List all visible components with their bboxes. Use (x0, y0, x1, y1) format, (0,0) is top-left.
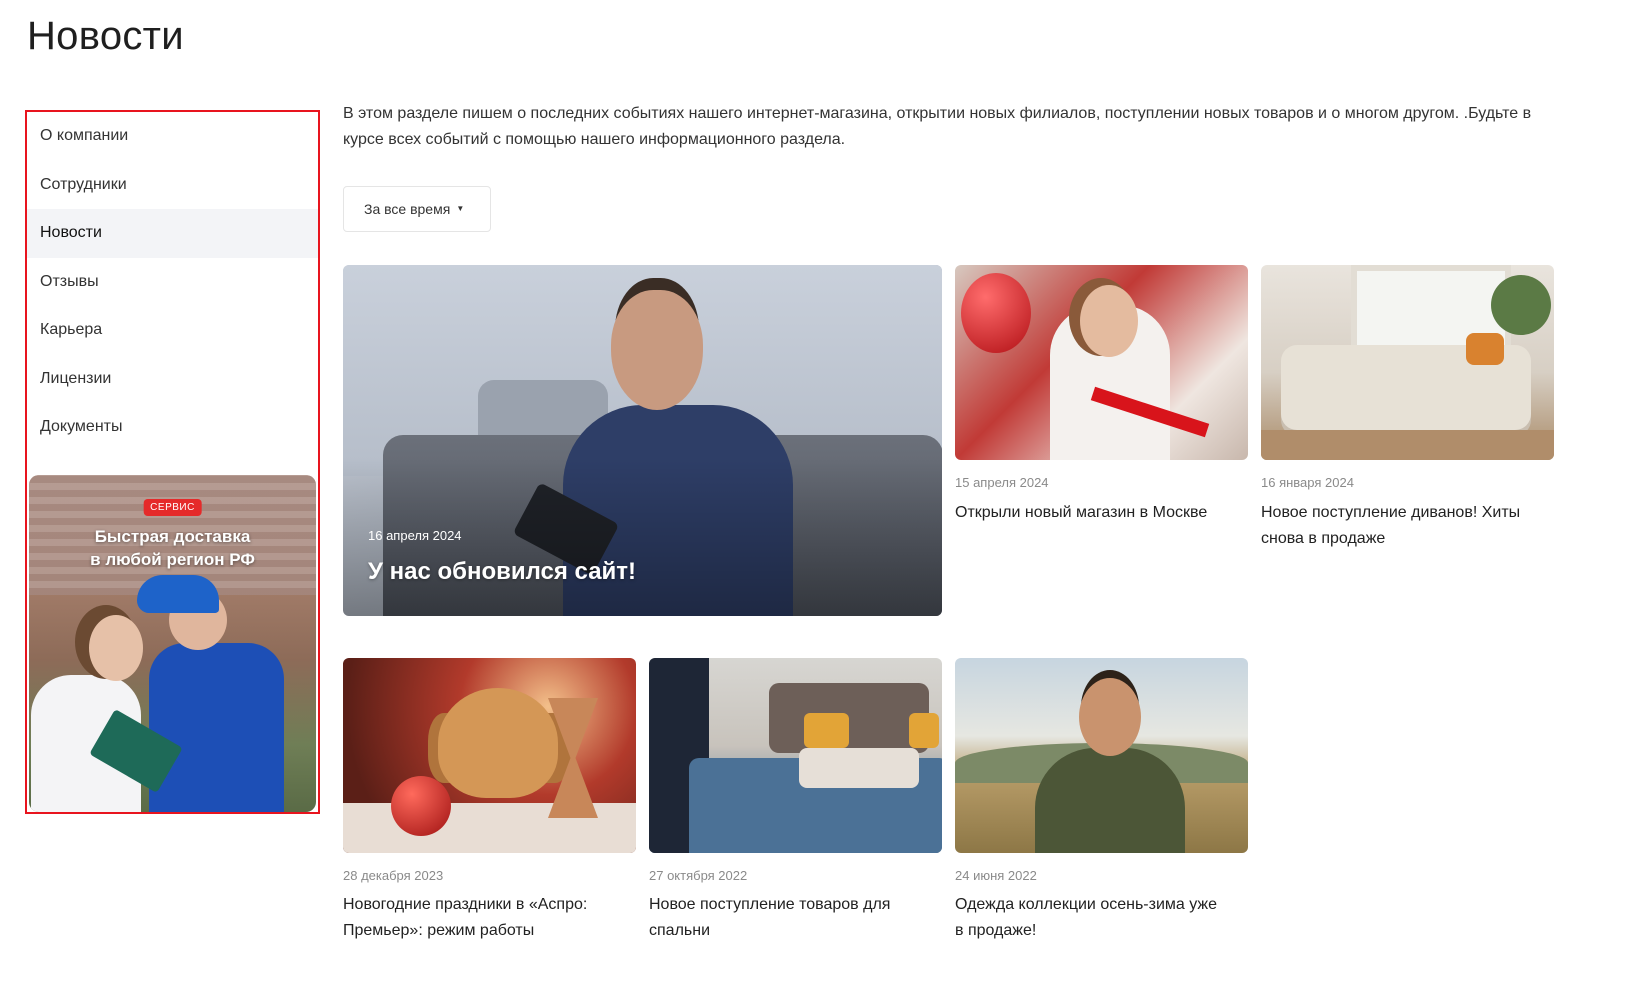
promo-title-line-1: Быстрая доставка (94, 527, 251, 546)
sidebar-item-staff[interactable]: Сотрудники (27, 161, 318, 210)
man-head (1079, 678, 1141, 756)
news-title[interactable]: Открыли новый магазин в Москве (955, 500, 1245, 526)
promo-woman-head (89, 615, 143, 681)
rug-shape (1261, 430, 1554, 460)
news-date: 15 апреля 2024 (955, 475, 1049, 490)
page-title: Новости (27, 14, 184, 58)
sidebar-menu: О компании Сотрудники Новости Отзывы Кар… (27, 112, 318, 452)
news-date: 28 декабря 2023 (343, 868, 444, 883)
headboard-shape (769, 683, 929, 753)
news-date: 16 января 2024 (1261, 475, 1354, 490)
man-jacket (1035, 748, 1185, 853)
promo-title: Быстрая доставка в любой регион РФ (29, 525, 316, 571)
period-filter-label: За все время (364, 201, 451, 217)
caret-down-icon: ▼ (456, 203, 465, 213)
promo-badge: СЕРВИС (143, 499, 202, 516)
sheet-shape (799, 748, 919, 788)
yellow-pillow (804, 713, 849, 748)
promo-courier-cap (137, 575, 219, 613)
period-filter-dropdown[interactable]: За все время ▼ (343, 186, 491, 232)
news-date: 24 июня 2022 (955, 868, 1037, 883)
christmas-ornament (391, 776, 451, 836)
news-title[interactable]: Новое поступление товаров для спальни (649, 892, 939, 944)
plant-shape (1491, 275, 1551, 335)
featured-news-title[interactable]: У нас обновился сайт! (368, 558, 636, 586)
featured-news-card[interactable]: 16 апреля 2024 У нас обновился сайт! (343, 265, 942, 616)
news-photo-bedroom[interactable] (649, 658, 942, 853)
news-title[interactable]: Новое поступление диванов! Хиты снова в … (1261, 500, 1551, 552)
news-title[interactable]: Одежда коллекции осень-зима уже в продаж… (955, 892, 1225, 944)
sidebar-item-reviews[interactable]: Отзывы (27, 258, 318, 307)
news-photo-holidays[interactable] (343, 658, 636, 853)
news-photo-sofas[interactable] (1261, 265, 1554, 460)
yellow-pillow (909, 713, 939, 748)
sidebar-item-documents[interactable]: Документы (27, 403, 318, 452)
sidebar-item-news[interactable]: Новости (27, 209, 318, 258)
section-intro: В этом разделе пишем о последних события… (343, 105, 1532, 148)
news-photo-autumn-collection[interactable] (955, 658, 1248, 853)
sidebar-item-about[interactable]: О компании (27, 112, 318, 161)
news-photo-store-opening[interactable] (955, 265, 1248, 460)
news-date: 27 октября 2022 (649, 868, 748, 883)
woman-face (1080, 285, 1138, 357)
featured-person-head (611, 290, 703, 410)
promo-title-line-2: в любой регион РФ (90, 550, 255, 569)
puppy-shape (438, 688, 558, 798)
promo-courier-figure (149, 643, 284, 812)
page: Новости О компании Сотрудники Новости От… (0, 0, 1652, 1006)
balloon-shape (961, 273, 1031, 353)
news-title[interactable]: Новогодние праздники в «Аспро: Премьер»:… (343, 892, 633, 944)
orange-pillow (1466, 333, 1504, 365)
featured-news-date: 16 апреля 2024 (368, 528, 462, 543)
sidebar: О компании Сотрудники Новости Отзывы Кар… (25, 110, 320, 814)
sidebar-item-career[interactable]: Карьера (27, 306, 318, 355)
delivery-promo-banner[interactable]: СЕРВИС Быстрая доставка в любой регион Р… (29, 475, 316, 812)
sidebar-item-licenses[interactable]: Лицензии (27, 355, 318, 404)
